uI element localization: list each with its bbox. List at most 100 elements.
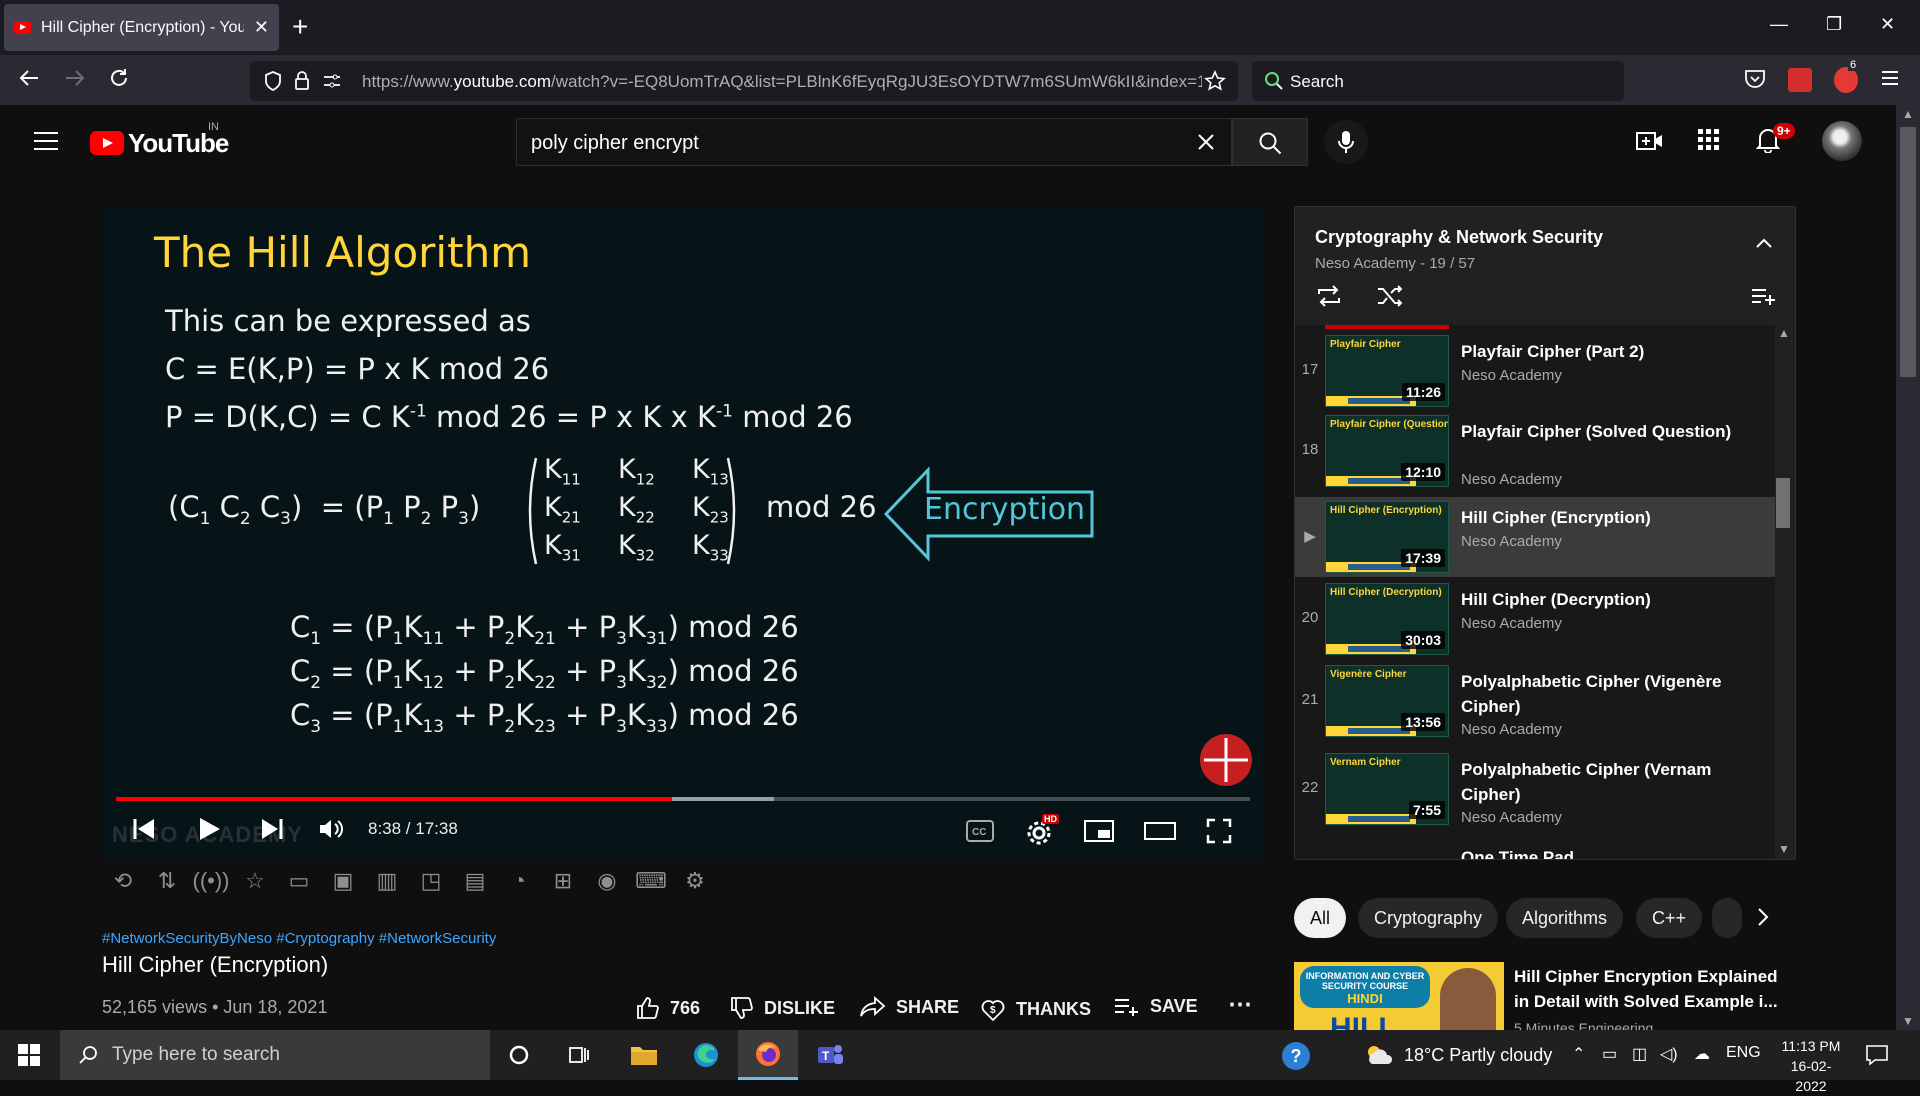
share-button[interactable]: SHARE bbox=[860, 996, 959, 1018]
playlist-item-22[interactable]: 22 Vernam Cipher 7:55 Polyalphabetic Ciph… bbox=[1295, 749, 1775, 829]
playlist-item-21[interactable]: 21 Vigenère Cipher 13:56 Polyalphabetic C… bbox=[1295, 661, 1775, 741]
cortana-icon[interactable] bbox=[508, 1044, 530, 1066]
speed-icon[interactable]: ◔ bbox=[504, 866, 534, 896]
sort-icon[interactable]: ⇅ bbox=[152, 866, 182, 896]
extension-gear-icon[interactable]: ⚙ bbox=[680, 866, 710, 896]
page-scroll-thumb[interactable] bbox=[1900, 127, 1916, 377]
apps-grid-icon[interactable] bbox=[1698, 129, 1720, 151]
youtube-logo-icon[interactable] bbox=[90, 131, 124, 155]
address-bar[interactable]: https://www.youtube.com/watch?v=-EQ8UomT… bbox=[250, 61, 1238, 101]
pocket-icon[interactable] bbox=[1744, 69, 1766, 89]
chip-cpp[interactable]: C++ bbox=[1636, 898, 1703, 938]
lock-icon[interactable] bbox=[294, 70, 310, 90]
loop-playlist-icon[interactable] bbox=[1315, 285, 1343, 307]
next-video-button[interactable] bbox=[260, 816, 284, 842]
weather-text[interactable]: 18°C Partly cloudy bbox=[1404, 1045, 1552, 1066]
playlist-item-current[interactable]: ▶ Hill Cipher (Encryption) 17:39 Hill Cip… bbox=[1295, 497, 1775, 577]
save-playlist-icon[interactable] bbox=[1751, 287, 1777, 307]
teams-icon[interactable]: T bbox=[800, 1030, 860, 1080]
playlist-title[interactable]: Cryptography & Network Security bbox=[1315, 227, 1603, 248]
screenshot-camera-icon[interactable]: ◉ bbox=[592, 866, 622, 896]
clear-search-icon[interactable] bbox=[1197, 133, 1215, 151]
notification-center-icon[interactable] bbox=[1866, 1044, 1888, 1066]
star-icon[interactable]: ☆ bbox=[240, 866, 270, 896]
permissions-icon[interactable] bbox=[322, 72, 342, 90]
app-menu-icon[interactable] bbox=[1880, 68, 1900, 88]
cinema-icon[interactable]: ▤ bbox=[460, 866, 490, 896]
taskbar-clock[interactable]: 11:13 PM 16-02-2022 bbox=[1776, 1036, 1846, 1096]
volume-icon[interactable] bbox=[318, 816, 344, 842]
video-hashtags[interactable]: #NetworkSecurityByNeso #Cryptography #Ne… bbox=[102, 930, 496, 947]
theater-mode-icon[interactable] bbox=[1144, 820, 1176, 842]
weather-cloud-icon[interactable] bbox=[1364, 1044, 1394, 1066]
search-button[interactable] bbox=[1232, 118, 1308, 166]
taskbar-search-box[interactable]: Type here to search bbox=[60, 1030, 490, 1080]
battery-icon[interactable]: ▭ bbox=[1602, 1044, 1617, 1064]
windows-start-icon[interactable] bbox=[18, 1044, 40, 1066]
help-icon[interactable]: ? bbox=[1282, 1042, 1310, 1070]
ads-block-icon[interactable]: ▭ bbox=[284, 866, 314, 896]
tray-chevron-icon[interactable]: ⌃ bbox=[1572, 1044, 1585, 1064]
playlist-item-17[interactable]: 17 Playfair Cipher 11:26 Playfair Cipher … bbox=[1295, 331, 1775, 411]
minimize-window-button[interactable]: — bbox=[1770, 14, 1788, 35]
chip-cryptography[interactable]: Cryptography bbox=[1358, 898, 1499, 938]
forward-arrow-icon[interactable] bbox=[64, 67, 86, 89]
chip-algorithms[interactable]: Algorithms bbox=[1506, 898, 1624, 938]
playlist-scrollbar[interactable]: ▲ ▼ bbox=[1776, 326, 1790, 856]
youtube-search-input[interactable]: poly cipher encrypt bbox=[516, 118, 1232, 166]
tracking-shield-icon[interactable] bbox=[264, 71, 282, 91]
playlist-scroll-thumb[interactable] bbox=[1776, 478, 1790, 528]
like-button[interactable]: 766 bbox=[636, 996, 700, 1020]
playlist-item-20[interactable]: 20 Hill Cipher (Decryption) 30:03 Hill Ci… bbox=[1295, 579, 1775, 659]
reload-icon[interactable] bbox=[108, 67, 130, 89]
thanks-button[interactable]: $ THANKS bbox=[980, 996, 1091, 1022]
task-view-icon[interactable] bbox=[568, 1044, 590, 1066]
captions-icon[interactable]: CC bbox=[966, 820, 994, 842]
extension-pdf-icon[interactable] bbox=[1788, 68, 1812, 92]
previous-video-button[interactable] bbox=[132, 816, 156, 842]
scroll-up-icon[interactable]: ▲ bbox=[1778, 326, 1790, 340]
page-scroll-down-icon[interactable]: ▼ bbox=[1902, 1014, 1914, 1028]
browser-tab-active[interactable]: Hill Cipher (Encryption) - YouTube ✕ bbox=[4, 4, 279, 51]
filter-icon[interactable]: ⊞ bbox=[548, 866, 578, 896]
account-avatar[interactable] bbox=[1822, 121, 1862, 161]
restore-window-button[interactable]: ❐ bbox=[1826, 14, 1842, 35]
bookmark-star-icon[interactable] bbox=[1204, 70, 1226, 92]
fullscreen-icon[interactable] bbox=[1206, 818, 1232, 844]
play-button[interactable] bbox=[198, 816, 222, 842]
back-arrow-icon[interactable] bbox=[18, 67, 40, 89]
meet-now-icon[interactable]: ◫ bbox=[1632, 1044, 1647, 1064]
chip-overflow[interactable] bbox=[1712, 898, 1742, 938]
playlist-item-23[interactable]: One Time Pad bbox=[1295, 837, 1775, 859]
film-icon[interactable]: ▥ bbox=[372, 866, 402, 896]
chips-next-chevron-icon[interactable] bbox=[1756, 906, 1770, 928]
scroll-down-icon[interactable]: ▼ bbox=[1778, 842, 1790, 856]
firefox-icon[interactable] bbox=[738, 1030, 798, 1080]
keyboard-icon[interactable]: ⌨ bbox=[635, 866, 667, 896]
broadcast-icon[interactable]: ((•)) bbox=[193, 866, 230, 896]
extension-shield-icon[interactable]: 6 bbox=[1834, 59, 1859, 93]
close-window-button[interactable]: ✕ bbox=[1880, 14, 1895, 35]
voice-search-button[interactable] bbox=[1324, 120, 1368, 164]
close-tab-icon[interactable]: ✕ bbox=[254, 17, 269, 38]
onedrive-cloud-icon[interactable]: ☁ bbox=[1694, 1044, 1710, 1064]
create-video-icon[interactable] bbox=[1636, 129, 1664, 153]
page-scroll-up-icon[interactable]: ▲ bbox=[1902, 107, 1914, 121]
file-explorer-icon[interactable] bbox=[614, 1030, 674, 1080]
resize-icon[interactable]: ◳ bbox=[416, 866, 446, 896]
more-actions-icon[interactable]: ⋯ bbox=[1228, 990, 1252, 1019]
new-tab-button[interactable]: + bbox=[292, 12, 308, 42]
speaker-icon[interactable]: ◁) bbox=[1660, 1044, 1678, 1064]
miniplayer-icon[interactable] bbox=[1084, 820, 1114, 842]
page-scrollbar[interactable]: ▲ ▼ bbox=[1896, 105, 1920, 1030]
save-button[interactable]: SAVE bbox=[1114, 996, 1198, 1017]
browser-search-field[interactable]: Search bbox=[1252, 61, 1624, 101]
chip-all[interactable]: All bbox=[1294, 898, 1347, 938]
loop-icon[interactable]: ⟲ bbox=[108, 866, 138, 896]
language-indicator[interactable]: ENG bbox=[1726, 1044, 1761, 1062]
video-settings-icon[interactable]: ▣ bbox=[328, 866, 358, 896]
video-progress-bar[interactable] bbox=[116, 797, 1250, 801]
edge-browser-icon[interactable] bbox=[676, 1030, 736, 1080]
settings-gear-icon[interactable]: HD bbox=[1026, 814, 1059, 846]
shuffle-icon[interactable] bbox=[1377, 285, 1403, 307]
